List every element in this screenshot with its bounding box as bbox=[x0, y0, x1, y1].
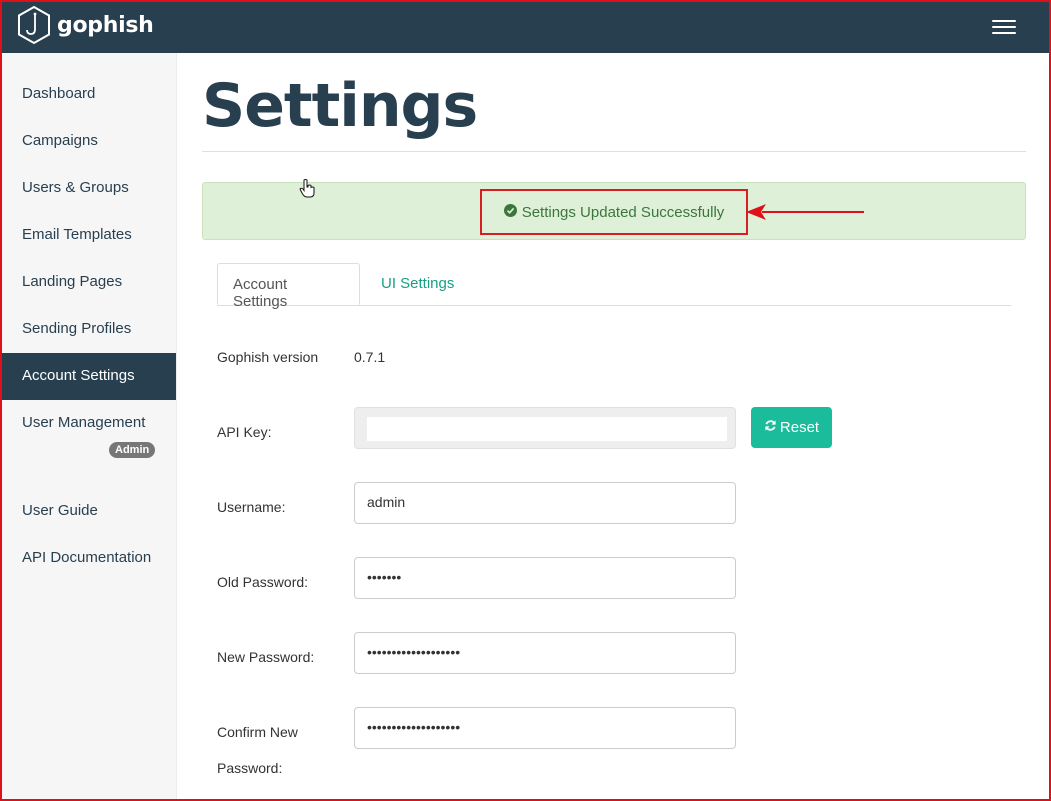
sidebar-item-sending-profiles[interactable]: Sending Profiles bbox=[2, 306, 176, 353]
settings-tabs: Account Settings UI Settings bbox=[217, 263, 1011, 310]
confirm-password-field[interactable]: ••••••••••••••••••• bbox=[354, 707, 736, 749]
sidebar-item-users-groups[interactable]: Users & Groups bbox=[2, 165, 176, 212]
username-field[interactable]: admin bbox=[354, 482, 736, 524]
hook-hexagon-icon bbox=[16, 5, 52, 45]
sidebar-item-label: User Management bbox=[22, 414, 146, 431]
sidebar-item-api-documentation[interactable]: API Documentation bbox=[2, 535, 176, 582]
sidebar-item-dashboard[interactable]: Dashboard bbox=[2, 71, 176, 118]
api-key-label: API Key: bbox=[217, 424, 272, 440]
title-divider bbox=[202, 151, 1026, 152]
sidebar-item-landing-pages[interactable]: Landing Pages bbox=[2, 259, 176, 306]
new-password-label: New Password: bbox=[217, 649, 315, 665]
sidebar-item-label: Email Templates bbox=[22, 226, 132, 243]
admin-badge: Admin bbox=[109, 442, 156, 458]
sidebar-item-label: Dashboard bbox=[22, 85, 96, 102]
alert-message-highlight: Settings Updated Successfully bbox=[480, 189, 748, 235]
api-key-field[interactable] bbox=[354, 407, 736, 449]
sidebar-item-campaigns[interactable]: Campaigns bbox=[2, 118, 176, 165]
refresh-icon bbox=[764, 419, 780, 436]
tab-ui-settings[interactable]: UI Settings bbox=[366, 263, 469, 305]
check-circle-icon bbox=[503, 203, 522, 221]
sidebar-item-label: API Documentation bbox=[22, 549, 152, 566]
sidebar-item-account-settings[interactable]: Account Settings bbox=[2, 353, 176, 400]
confirm-password-label-line2: Password: bbox=[217, 760, 283, 776]
brand-name: gophish bbox=[57, 12, 154, 38]
success-alert: Settings Updated Successfully bbox=[202, 182, 1026, 240]
sidebar-item-label: Account Settings bbox=[22, 367, 135, 384]
confirm-password-label-line1: Confirm New bbox=[217, 724, 298, 740]
old-password-field[interactable]: ••••••• bbox=[354, 557, 736, 599]
page-title: Settings bbox=[202, 71, 478, 141]
sidebar: Dashboard Campaigns Users & Groups Email… bbox=[2, 53, 177, 799]
brand-logo[interactable]: gophish bbox=[16, 5, 154, 45]
reset-api-key-button[interactable]: Reset bbox=[751, 407, 832, 448]
api-key-value bbox=[367, 417, 727, 441]
hand-pointer-icon bbox=[299, 179, 315, 198]
new-password-field[interactable]: ••••••••••••••••••• bbox=[354, 632, 736, 674]
sidebar-item-email-templates[interactable]: Email Templates bbox=[2, 212, 176, 259]
top-navbar: gophish bbox=[0, 0, 1051, 53]
sidebar-item-label: Campaigns bbox=[22, 132, 98, 149]
alert-message: Settings Updated Successfully bbox=[521, 203, 725, 221]
old-password-label: Old Password: bbox=[217, 574, 309, 590]
annotation-arrow-icon bbox=[746, 204, 864, 220]
reset-button-label: Reset bbox=[779, 419, 820, 436]
sidebar-item-user-guide[interactable]: User Guide bbox=[2, 488, 176, 535]
hamburger-menu-icon[interactable] bbox=[988, 15, 1022, 39]
username-label: Username: bbox=[217, 499, 286, 515]
gophish-version-label: Gophish version bbox=[217, 349, 319, 365]
sidebar-item-label: Users & Groups bbox=[22, 179, 129, 196]
sidebar-item-label: Landing Pages bbox=[22, 273, 123, 290]
gophish-version-value: 0.7.1 bbox=[354, 349, 386, 365]
sidebar-item-user-management[interactable]: User Management bbox=[2, 400, 176, 447]
sidebar-item-label: User Guide bbox=[22, 502, 98, 519]
sidebar-item-label: Sending Profiles bbox=[22, 320, 132, 337]
tab-account-settings[interactable]: Account Settings bbox=[217, 263, 360, 310]
